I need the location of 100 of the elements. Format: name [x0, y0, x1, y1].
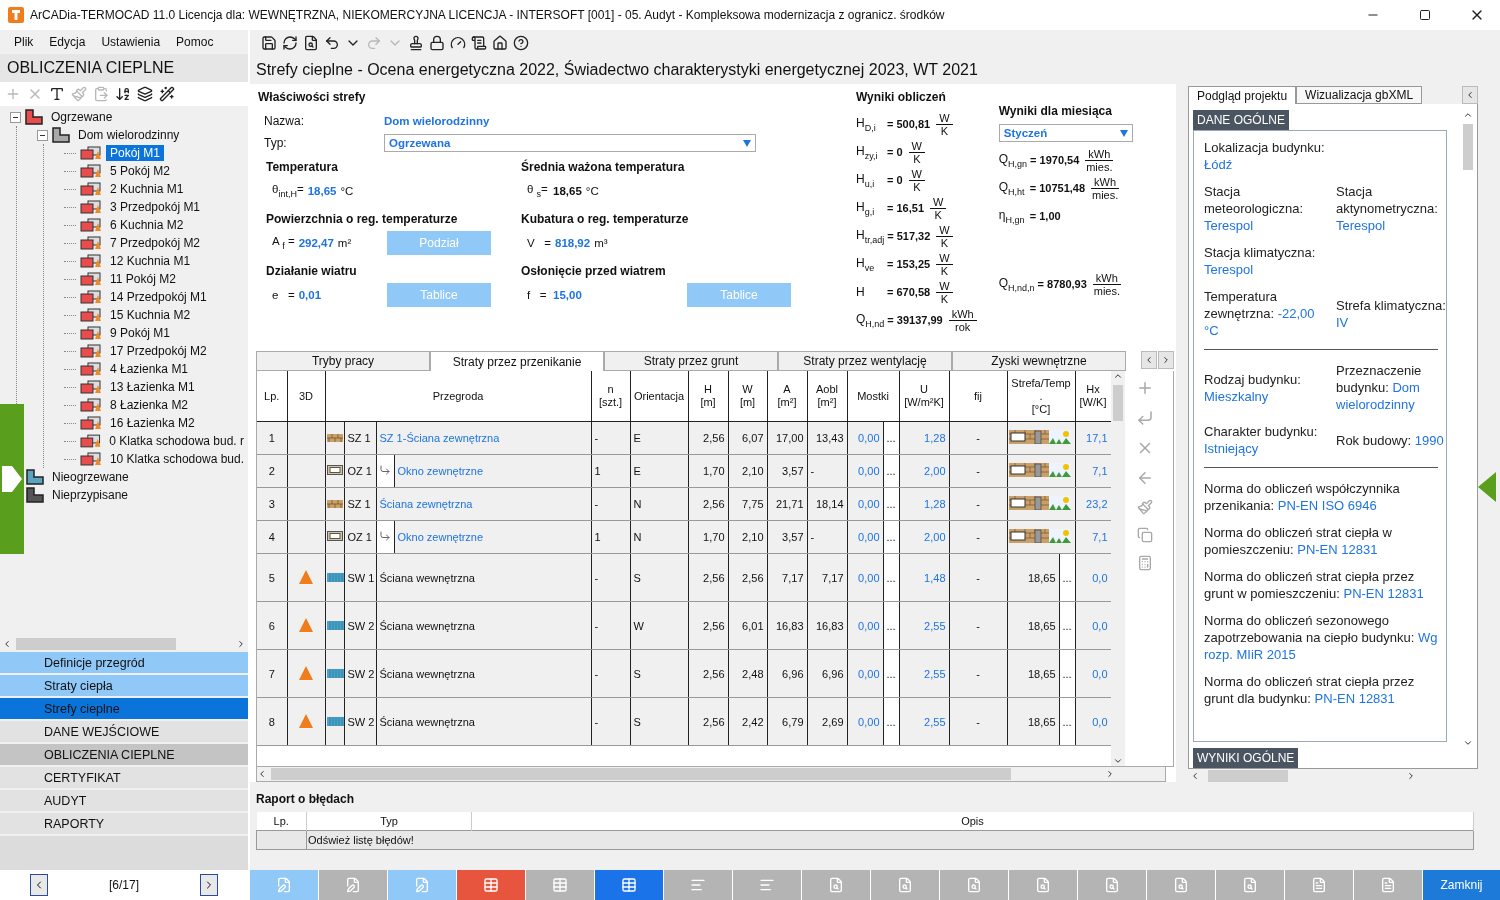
module-button[interactable] — [1009, 870, 1078, 900]
scroll-thumb[interactable] — [1113, 385, 1123, 421]
house-icon[interactable] — [492, 35, 508, 51]
menu-item[interactable]: Edycja — [43, 33, 92, 51]
brush-icon[interactable] — [1137, 499, 1153, 515]
chevron-right-icon[interactable] — [1161, 355, 1171, 365]
module-button[interactable] — [1216, 870, 1285, 900]
tree-item[interactable]: 2 Kuchnia M1 — [106, 181, 188, 197]
expand-panel-tab[interactable] — [0, 404, 24, 554]
save-icon[interactable] — [261, 35, 277, 51]
chevron-left-icon[interactable] — [257, 769, 267, 779]
tree-item[interactable]: 9 Pokój M1 — [106, 325, 175, 341]
module-button[interactable] — [664, 870, 733, 900]
sort-icon[interactable] — [115, 86, 131, 102]
nav-item[interactable]: Straty ciepła — [0, 675, 248, 696]
module-button[interactable] — [1147, 870, 1216, 900]
module-button[interactable] — [388, 870, 457, 900]
font-icon[interactable] — [49, 86, 65, 102]
chevron-up-icon[interactable] — [1113, 371, 1123, 381]
calculator-icon[interactable] — [1137, 555, 1153, 571]
add-icon[interactable] — [1136, 379, 1154, 397]
expand-toggle[interactable] — [10, 111, 21, 123]
tree-item[interactable]: 8 Łazienka M2 — [106, 397, 193, 413]
tree-item[interactable]: Pokój M1 — [106, 145, 165, 161]
chevron-right-icon[interactable] — [236, 639, 246, 649]
tree-item[interactable]: 14 Przedpokój M1 — [106, 289, 211, 305]
copy-icon[interactable] — [1137, 527, 1153, 543]
magic-wand-icon[interactable] — [159, 86, 175, 102]
menu-item[interactable]: Plik — [8, 33, 40, 51]
help-icon[interactable] — [513, 35, 529, 51]
tree-item[interactable]: 0 Klatka schodowa bud. r — [105, 433, 248, 449]
module-button[interactable] — [526, 870, 595, 900]
stamp-icon[interactable] — [408, 35, 424, 51]
maximize-icon[interactable] — [1419, 9, 1431, 21]
module-button[interactable] — [1285, 870, 1354, 900]
refresh-icon[interactable] — [282, 35, 298, 51]
gauge-icon[interactable] — [450, 35, 466, 51]
chevron-left-icon[interactable] — [2, 639, 12, 649]
scroll-icon[interactable] — [471, 35, 487, 51]
tab[interactable]: Straty przez grunt — [604, 351, 778, 371]
tree-item[interactable]: Ogrzewane — [47, 109, 117, 125]
tree-item[interactable]: 3 Przedpokój M1 — [106, 199, 205, 215]
module-item[interactable]: AUDYT — [0, 790, 248, 811]
nav-item[interactable]: Strefy cieplne — [0, 698, 248, 719]
tab[interactable]: Wizualizacja gbXML — [1296, 86, 1423, 105]
tree-item[interactable]: Nieogrzewane — [48, 469, 133, 485]
module-button[interactable] — [733, 870, 802, 900]
tree-item[interactable]: 15 Kuchnia M2 — [106, 307, 195, 323]
module-item[interactable]: DANE WEJŚCIOWE — [0, 721, 248, 742]
module-button[interactable] — [319, 870, 388, 900]
chevron-right-icon[interactable] — [1105, 769, 1115, 779]
module-button[interactable] — [457, 870, 526, 900]
tree-item[interactable]: 10 Klatka schodowa bud. — [105, 451, 248, 467]
tree-item[interactable]: Nieprzypisane — [48, 487, 133, 503]
scroll-thumb[interactable] — [271, 768, 1011, 780]
tab[interactable]: Zyski wewnętrzne — [952, 351, 1126, 371]
chevron-left-icon[interactable] — [1190, 770, 1200, 781]
module-item[interactable]: CERTYFIKAT — [0, 767, 248, 788]
insert-icon[interactable] — [1136, 409, 1154, 427]
tree-item[interactable]: 13 Łazienka M1 — [106, 379, 199, 395]
tree-item[interactable]: 11 Pokój M2 — [106, 271, 180, 287]
chevron-down-icon[interactable] — [1113, 756, 1123, 766]
tree-item[interactable]: 6 Kuchnia M2 — [106, 217, 188, 233]
module-button[interactable] — [250, 870, 319, 900]
type-select[interactable]: Ogrzewana — [384, 134, 756, 152]
tab[interactable]: Tryby pracy — [256, 351, 430, 371]
chevron-left-icon[interactable] — [1144, 355, 1154, 365]
dropdown-arrow-icon[interactable] — [1119, 129, 1128, 137]
menu-item[interactable]: Pomoc — [170, 33, 220, 51]
lock-icon[interactable] — [429, 35, 445, 51]
tree-item[interactable]: 7 Przedpokój M2 — [106, 235, 205, 251]
print-preview-icon[interactable] — [303, 35, 319, 51]
tab[interactable]: Podgląd projektu — [1188, 86, 1297, 105]
layers-icon[interactable] — [137, 86, 153, 102]
module-button[interactable] — [1354, 870, 1423, 900]
month-select[interactable]: Styczeń — [998, 124, 1133, 142]
tree-item[interactable]: 4 Łazienka M1 — [106, 361, 193, 377]
tree-item[interactable]: 5 Pokój M2 — [106, 163, 175, 179]
module-button[interactable] — [871, 870, 940, 900]
chevron-right-icon[interactable] — [1406, 770, 1416, 781]
expand-toggle[interactable] — [37, 129, 48, 141]
collapse-arrow-icon[interactable] — [1478, 472, 1496, 502]
module-item[interactable]: OBLICZENIA CIEPLNE — [0, 744, 248, 765]
dropdown-arrow-icon[interactable] — [743, 139, 751, 147]
tree-item[interactable]: 17 Przedpokój M2 — [106, 343, 211, 359]
undo-icon[interactable] — [324, 35, 340, 51]
menu-item[interactable]: Ustawienia — [95, 33, 167, 51]
tree-item[interactable]: Dom wielorodzinny — [74, 127, 184, 143]
module-button[interactable] — [1078, 870, 1147, 900]
tab[interactable]: Straty przez przenikanie — [430, 351, 604, 371]
nav-item[interactable]: Definicje przegród — [0, 652, 248, 673]
tree-item[interactable]: 16 Łazienka M2 — [106, 415, 199, 431]
scroll-thumb[interactable] — [16, 638, 176, 650]
module-item[interactable]: RAPORTY — [0, 813, 248, 834]
vertical-scrollbar[interactable] — [1111, 371, 1125, 766]
module-button[interactable] — [802, 870, 871, 900]
horizontal-scrollbar[interactable] — [256, 767, 1166, 782]
module-button[interactable] — [595, 870, 664, 900]
tree-item[interactable]: 12 Kuchnia M1 — [106, 253, 195, 269]
scroll-thumb[interactable] — [1463, 124, 1473, 171]
